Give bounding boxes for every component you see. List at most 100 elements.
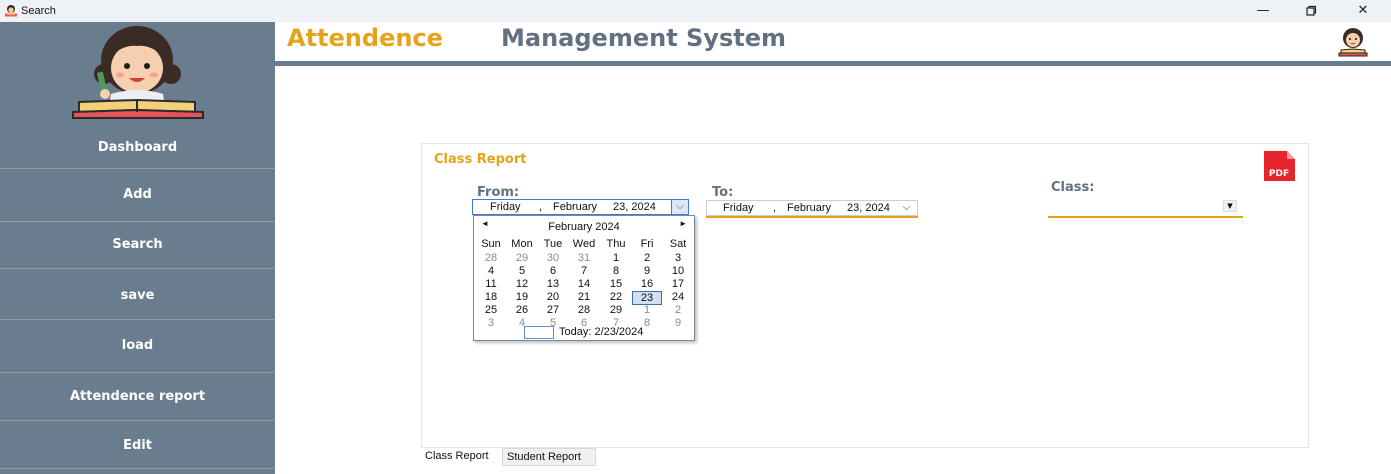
- header-title-management: Management System: [501, 24, 786, 52]
- calendar-day[interactable]: 2: [632, 252, 662, 264]
- calendar-day[interactable]: 9: [663, 317, 693, 329]
- calendar-day[interactable]: 22: [601, 291, 631, 303]
- calendar-day[interactable]: 15: [601, 278, 631, 290]
- pdf-export-icon[interactable]: PDF: [1261, 149, 1297, 183]
- nav-edit-button[interactable]: Edit: [0, 420, 275, 468]
- weekday-header: Thu: [606, 238, 626, 250]
- nav-save-button[interactable]: save: [0, 268, 275, 319]
- calendar-day[interactable]: 5: [507, 265, 537, 277]
- calendar-day[interactable]: 30: [538, 252, 568, 264]
- next-month-icon[interactable]: ►: [679, 219, 687, 228]
- calendar-day[interactable]: 27: [538, 304, 568, 316]
- calendar-day[interactable]: 4: [476, 265, 506, 277]
- to-label: To:: [712, 185, 734, 200]
- nav-add-label: Add: [123, 187, 152, 202]
- calendar-day[interactable]: 2: [663, 304, 693, 316]
- calendar-day[interactable]: 14: [569, 278, 599, 290]
- calendar-day[interactable]: 3: [663, 252, 693, 264]
- calendar-day[interactable]: 1: [601, 252, 631, 264]
- calendar-day[interactable]: 16: [632, 278, 662, 290]
- app-avatar-icon: [5, 5, 17, 17]
- weekday-header: Tue: [543, 238, 563, 250]
- nav-dashboard-label: Dashboard: [97, 140, 178, 155]
- class-report-title: Class Report: [434, 152, 527, 167]
- restore-icon[interactable]: [1297, 2, 1325, 20]
- calendar-day[interactable]: 20: [538, 291, 568, 303]
- to-month: February: [787, 202, 832, 214]
- tab-student-report[interactable]: Student Report: [502, 448, 596, 466]
- from-label: From:: [477, 185, 520, 200]
- nav-next-button[interactable]: [0, 468, 275, 474]
- calendar-day[interactable]: 29: [507, 252, 537, 264]
- calendar-day[interactable]: 18: [476, 291, 506, 303]
- tab-class-report[interactable]: Class Report: [421, 448, 501, 466]
- calendar-day[interactable]: 6: [538, 265, 568, 277]
- class-underline: [1048, 216, 1243, 218]
- calendar-popup: ◄ February 2024 ► Sun Mon Tue Wed Thu Fri Sat 2…: [473, 215, 695, 341]
- calendar-day[interactable]: 3: [476, 317, 506, 329]
- calendar-day[interactable]: 25: [476, 304, 506, 316]
- calendar-day[interactable]: 1: [632, 304, 662, 316]
- window-title: Search: [21, 5, 56, 17]
- from-month: February: [553, 201, 598, 213]
- calendar-day[interactable]: 21: [569, 291, 599, 303]
- class-dropdown-icon[interactable]: ▼: [1223, 200, 1237, 212]
- tab-class-report-label: Class Report: [425, 450, 489, 462]
- nav-load-label: load: [121, 338, 154, 353]
- weekday-header: Mon: [511, 238, 533, 250]
- nav-add-button[interactable]: Add: [0, 168, 275, 221]
- to-underline: [706, 216, 918, 218]
- to-weekday: Friday: [723, 202, 754, 214]
- calendar-day[interactable]: 28: [476, 252, 506, 264]
- calendar-day[interactable]: 23: [632, 291, 662, 305]
- calendar-day[interactable]: 11: [476, 278, 506, 290]
- header-divider: [275, 61, 1391, 66]
- calendar-day[interactable]: 19: [507, 291, 537, 303]
- minimize-icon[interactable]: —: [1249, 2, 1277, 20]
- nav-attendence-report-label: Attendence report: [69, 389, 206, 404]
- to-sep: ,: [773, 202, 777, 214]
- today-marker: [524, 326, 554, 339]
- calendar-day[interactable]: 29: [601, 304, 631, 316]
- nav-load-button[interactable]: load: [0, 319, 275, 372]
- calendar-day[interactable]: 10: [663, 265, 693, 277]
- window-titlebar: Search — ✕: [0, 0, 1391, 22]
- to-date-picker[interactable]: Friday , February 23, 2024 ⌵: [706, 200, 918, 216]
- today-link[interactable]: Today: 2/23/2024: [559, 326, 643, 338]
- nav-search-label: Search: [112, 237, 163, 252]
- to-day-year: 23, 2024: [847, 202, 890, 214]
- from-day-year: 23, 2024: [613, 201, 656, 213]
- from-weekday: Friday: [490, 201, 521, 213]
- calendar-day[interactable]: 17: [663, 278, 693, 290]
- from-sep: ,: [539, 201, 543, 213]
- nav-attendence-report-button[interactable]: Attendence report: [0, 372, 275, 420]
- calendar-day[interactable]: 13: [538, 278, 568, 290]
- close-icon[interactable]: ✕: [1349, 2, 1377, 20]
- calendar-day[interactable]: 28: [569, 304, 599, 316]
- class-select[interactable]: ▼: [1048, 197, 1243, 215]
- sidebar: Dashboard Add Search save load Attendenc…: [0, 22, 275, 474]
- calendar-day[interactable]: 26: [507, 304, 537, 316]
- nav-search-button[interactable]: Search: [0, 221, 275, 268]
- from-dropdown-icon[interactable]: ⌵: [671, 200, 688, 214]
- calendar-month-label[interactable]: February 2024: [474, 221, 694, 233]
- calendar-day[interactable]: 8: [601, 265, 631, 277]
- pdf-label: PDF: [1269, 169, 1289, 179]
- calendar-day[interactable]: 31: [569, 252, 599, 264]
- app-header: Attendence Management System: [275, 22, 1391, 62]
- nav-edit-label: Edit: [123, 438, 152, 453]
- calendar-day[interactable]: 24: [663, 291, 693, 303]
- to-dropdown-icon[interactable]: ⌵: [898, 201, 915, 215]
- nav-dashboard-button[interactable]: Dashboard: [0, 134, 275, 168]
- from-date-picker[interactable]: Friday , February 23, 2024 ⌵: [472, 199, 689, 215]
- header-title-attendence: Attendence: [287, 24, 443, 52]
- student-reading-logo: [72, 26, 204, 119]
- calendar-day[interactable]: 12: [507, 278, 537, 290]
- calendar-day[interactable]: 7: [569, 265, 599, 277]
- tab-student-report-label: Student Report: [507, 451, 581, 463]
- weekday-header: Fri: [640, 238, 654, 250]
- weekday-header: Sat: [669, 238, 687, 250]
- calendar-day[interactable]: 9: [632, 265, 662, 277]
- class-label: Class:: [1051, 180, 1095, 195]
- user-avatar-icon: [1338, 28, 1368, 57]
